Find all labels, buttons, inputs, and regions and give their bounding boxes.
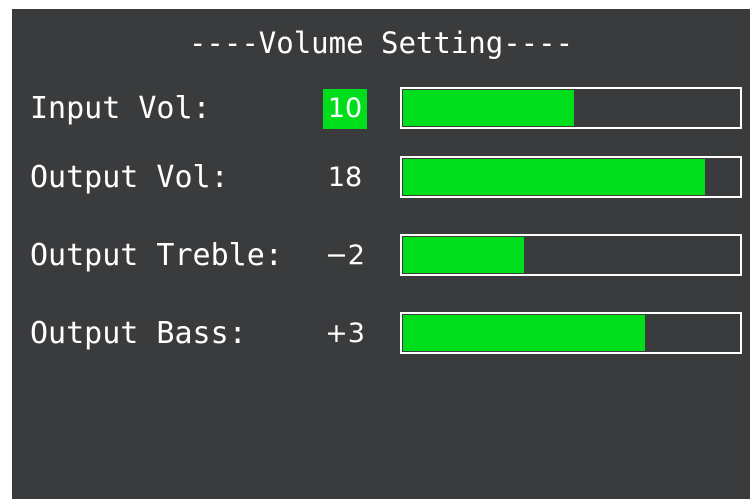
setting-value[interactable]: 10 (323, 89, 367, 129)
level-bar-fill (403, 90, 574, 126)
setting-value[interactable]: 18 (323, 158, 367, 198)
level-bar[interactable] (400, 234, 742, 276)
setting-value[interactable]: +3 (323, 314, 367, 354)
volume-setting-screen: ----Volume Setting---- Input Vol: 10 Out… (12, 9, 750, 499)
setting-label: Output Vol: (30, 160, 229, 195)
setting-row-output-vol[interactable]: Output Vol: 18 (12, 156, 750, 204)
level-bar[interactable] (400, 312, 742, 354)
setting-label: Input Vol: (30, 91, 211, 126)
setting-value[interactable]: −2 (323, 236, 367, 276)
level-bar-fill (403, 315, 645, 351)
setting-row-output-treble[interactable]: Output Treble: −2 (12, 234, 750, 282)
setting-label: Output Bass: (30, 316, 247, 351)
setting-row-input-vol[interactable]: Input Vol: 10 (12, 87, 750, 135)
level-bar[interactable] (400, 156, 742, 198)
level-bar-fill (403, 237, 524, 273)
setting-row-output-bass[interactable]: Output Bass: +3 (12, 312, 750, 360)
screen-title: ----Volume Setting---- (188, 26, 574, 60)
level-bar[interactable] (400, 87, 742, 129)
level-bar-fill (403, 159, 705, 195)
setting-label: Output Treble: (30, 238, 283, 273)
